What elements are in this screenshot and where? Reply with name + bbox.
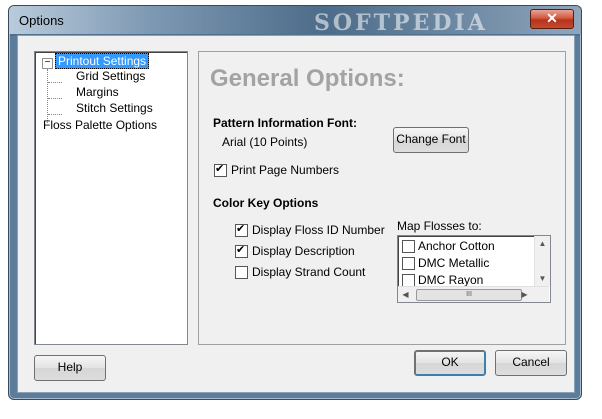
display-description-label: Display Description (252, 244, 355, 258)
help-button[interactable]: Help (34, 355, 106, 381)
scroll-down-icon[interactable]: ▼ (535, 271, 550, 286)
dialog-body: − Printout Settings Grid Settings Margin… (17, 35, 575, 393)
ok-button[interactable]: OK (414, 350, 486, 376)
display-strand-count-checkbox[interactable] (235, 266, 248, 279)
collapse-icon[interactable]: − (42, 58, 53, 69)
tree-item-grid-settings[interactable]: Grid Settings (76, 69, 145, 83)
options-window: Options SOFTPEDIA ✕ − Printout Settings … (8, 5, 582, 400)
dmc-metallic-checkbox[interactable] (402, 257, 415, 270)
tree-item-printout-settings[interactable]: Printout Settings (55, 53, 150, 69)
scroll-left-icon[interactable]: ◀ (398, 287, 413, 302)
print-page-numbers-checkbox[interactable] (214, 162, 227, 177)
tree-item-margins[interactable]: Margins (76, 85, 119, 99)
print-page-numbers-label: Print Page Numbers (231, 163, 340, 177)
scroll-up-icon[interactable]: ▲ (535, 236, 550, 251)
list-item[interactable]: DMC Rayon (418, 273, 483, 287)
horizontal-scrollbar[interactable]: ◀ III ▶ (398, 286, 549, 302)
pattern-font-value: Arial (10 Points) (222, 135, 308, 149)
display-description-checkbox[interactable] (235, 243, 248, 258)
color-key-label: Color Key Options (213, 196, 319, 210)
cancel-button[interactable]: Cancel (495, 350, 567, 376)
scroll-right-icon[interactable]: ▶ (517, 287, 532, 302)
list-item[interactable]: DMC Metallic (418, 256, 489, 270)
vertical-scrollbar[interactable]: ▲ ▼ (534, 236, 550, 286)
tree-connector (48, 98, 62, 99)
title-bar[interactable]: Options SOFTPEDIA ✕ (9, 6, 581, 36)
softpedia-watermark: SOFTPEDIA (314, 10, 488, 36)
display-floss-id-checkbox[interactable] (235, 222, 248, 237)
scroll-thumb[interactable]: III (416, 289, 522, 301)
settings-tree[interactable]: − Printout Settings Grid Settings Margin… (34, 51, 188, 345)
map-flosses-list[interactable]: Anchor Cotton DMC Metallic DMC Rayon ▲ ▼… (397, 235, 551, 303)
change-font-button[interactable]: Change Font (393, 127, 469, 153)
close-button[interactable]: ✕ (530, 9, 574, 29)
tree-connector (48, 82, 62, 83)
tree-item-floss-palette-options[interactable]: Floss Palette Options (43, 118, 157, 132)
display-strand-count-label: Display Strand Count (252, 265, 366, 279)
tree-item-stitch-settings[interactable]: Stitch Settings (76, 101, 153, 115)
close-icon: ✕ (546, 10, 558, 26)
tree-connector (48, 114, 62, 115)
display-floss-id-label: Display Floss ID Number (252, 223, 385, 237)
map-flosses-label: Map Flosses to: (397, 219, 482, 233)
panel-heading: General Options: (210, 65, 405, 92)
anchor-cotton-checkbox[interactable] (402, 240, 415, 253)
general-options-panel: General Options: Pattern Information Fon… (198, 51, 566, 345)
window-title: Options (19, 13, 64, 28)
list-item[interactable]: Anchor Cotton (418, 239, 495, 253)
pattern-font-label: Pattern Information Font: (213, 116, 357, 130)
